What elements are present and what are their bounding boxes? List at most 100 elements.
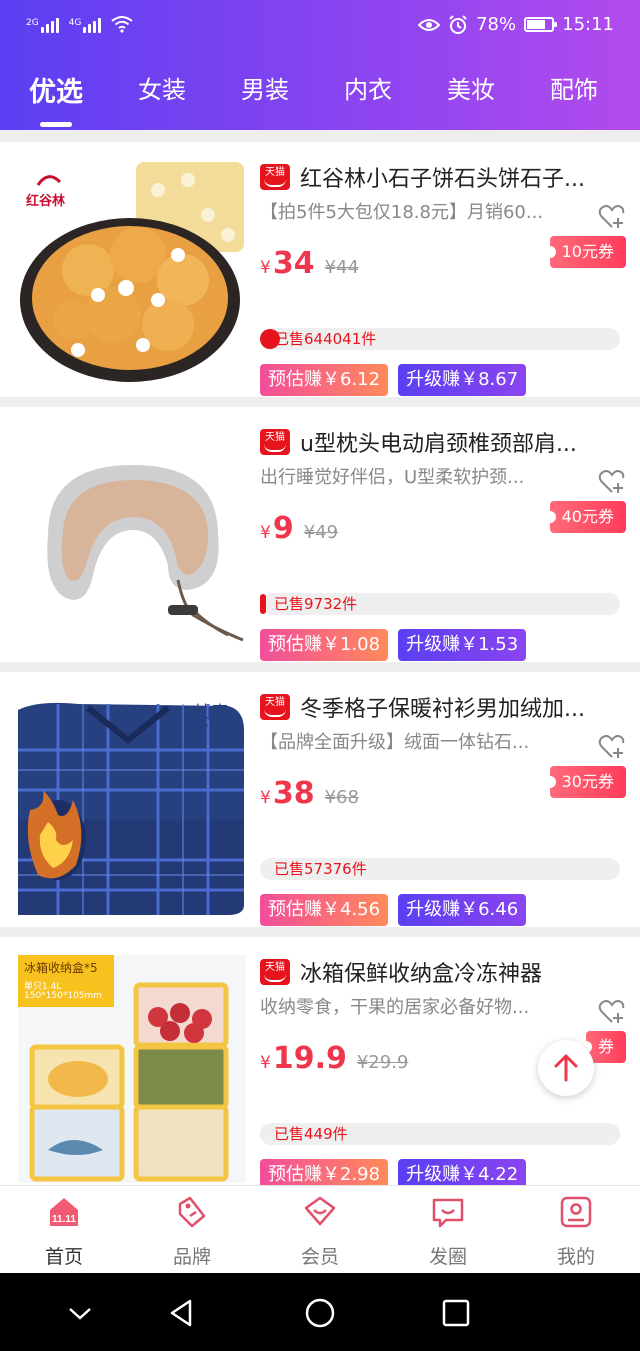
title-row: 天猫 冰箱保鲜收纳盒冷冻神器 [260,955,626,989]
original-price: ¥29.9 [356,1052,409,1073]
earn-row: 预估赚￥1.08 升级赚￥1.53 [260,629,527,661]
wifi-icon [111,16,134,33]
product-title[interactable]: 冬季格子保暖衬衫男加绒加... [300,691,626,723]
nav-moments[interactable]: 发圈 [384,1186,512,1274]
nav-label: 首页 [44,1246,83,1268]
tmall-badge: 天猫 [260,959,290,985]
original-price: ¥49 [303,522,339,543]
product-card[interactable]: 红谷林 天猫 红谷林小石子饼石头饼石子... 【拍5件5大包仅18.8元】月销6… [0,142,640,397]
status-bar: 2G 4G 78% 15:11 [0,0,640,54]
add-favorite-icon[interactable] [598,999,626,1025]
tab-meizhuang[interactable]: 美妆 [431,70,511,105]
eye-icon [418,18,441,31]
tab-nanzhuang[interactable]: 男装 [225,70,305,105]
profile-icon [560,1196,592,1228]
chat-bubble-icon [432,1198,464,1228]
svg-text:11.11: 11.11 [52,1214,76,1225]
product-subtitle: 【拍5件5大包仅18.8元】月销60... [260,202,544,223]
recents-square-icon[interactable] [440,1297,472,1329]
image-brand-en: CANLU [196,720,228,729]
price: 19.9 [272,1041,347,1076]
title-row: 天猫 红谷林小石子饼石头饼石子... [260,160,626,194]
product-image[interactable]: 红谷林 [18,160,246,388]
app-header: 2G 4G 78% 15:11 优选 女装 男装 内衣 美妆 配饰 [0,0,640,130]
sold-progress-dot [260,594,266,614]
nav-mine[interactable]: 我的 [512,1186,640,1274]
product-title[interactable]: u型枕头电动肩颈椎颈部肩... [300,426,626,458]
original-price: ¥68 [324,787,359,808]
currency-symbol: ¥ [260,788,271,808]
product-card[interactable]: 灿鹿 CANLU 天猫 冬季格子保暖衬衫男加绒加... 【品牌全面升级】绒面一体… [0,672,640,927]
coupon-badge[interactable]: 40元券 [543,501,626,533]
neck-pillow-image [18,425,246,653]
estimate-earn-badge: 预估赚￥1.08 [260,629,389,661]
image-label: 冰箱收纳盒*5 [24,961,98,975]
sold-label: 已售57376件 [274,860,367,878]
alarm-icon [449,14,467,34]
price-row: ¥ 19.9 ¥29.9 [260,1041,408,1076]
product-title[interactable]: 红谷林小石子饼石头饼石子... [300,161,626,193]
upgrade-earn-badge[interactable]: 升级赚￥8.67 [398,364,527,396]
battery-icon [524,17,558,32]
nav-label: 会员 [300,1246,339,1268]
product-card[interactable]: 天猫 u型枕头电动肩颈椎颈部肩... 出行睡觉好伴侣，U型柔软护颈... ¥ 9… [0,407,640,662]
nav-vip[interactable]: 会员 [256,1186,384,1274]
product-image[interactable] [18,425,246,653]
home-circle-icon[interactable] [304,1297,336,1329]
tmall-badge: 天猫 [260,164,290,190]
sold-count: 已售57376件 [260,858,620,880]
nav-home[interactable]: 11.11 首页 [0,1186,128,1274]
nav-label: 品牌 [172,1246,211,1268]
tab-peishi[interactable]: 配饰 [534,70,614,105]
back-triangle-icon[interactable] [166,1297,198,1329]
original-price: ¥44 [324,257,359,278]
price: 34 [272,246,315,281]
nav-brand[interactable]: 品牌 [128,1186,256,1274]
product-subtitle: 【品牌全面升级】绒面一体钻石... [260,732,530,753]
estimate-earn-badge: 预估赚￥6.12 [260,364,389,396]
product-image[interactable]: 灿鹿 CANLU [18,690,246,918]
price-row: ¥ 38 ¥68 [260,776,359,811]
product-image[interactable]: 冰箱收纳盒*5 单只1.4L 150*150*105mm [18,955,246,1183]
product-subtitle: 出行睡觉好伴侣，U型柔软护颈... [260,467,525,488]
price: 9 [272,511,294,546]
sold-label: 已售449件 [274,1125,348,1143]
hide-nav-chevron-icon[interactable] [64,1297,96,1329]
product-info: 天猫 u型枕头电动肩颈椎颈部肩... 出行睡觉好伴侣，U型柔软护颈... ¥ 9… [260,425,626,661]
price-row: ¥ 34 ¥44 [260,246,359,281]
upgrade-earn-badge[interactable]: 升级赚￥4.22 [398,1159,527,1185]
scroll-to-top-button[interactable] [538,1040,594,1096]
image-brand: 红谷林 [26,194,66,209]
battery-percent: 78% [476,14,517,35]
estimate-earn-badge: 预估赚￥2.98 [260,1159,389,1185]
add-favorite-icon[interactable] [598,204,626,230]
sold-label: 已售9732件 [274,595,358,613]
signal-2g-label: 2G [26,18,39,28]
add-favorite-icon[interactable] [598,469,626,495]
tab-youxuan[interactable]: 优选 [16,70,96,127]
tab-nvzhuang[interactable]: 女装 [122,70,202,105]
product-list: 红谷林 天猫 红谷林小石子饼石头饼石子... 【拍5件5大包仅18.8元】月销6… [0,130,640,1185]
category-tabs: 优选 女装 男装 内衣 美妆 配饰 [0,70,640,127]
arrow-up-icon [554,1054,578,1082]
product-title[interactable]: 冰箱保鲜收纳盒冷冻神器 [300,956,626,988]
clock: 15:11 [562,14,614,35]
tmall-badge: 天猫 [260,429,290,455]
sold-count: 已售9732件 [260,593,620,615]
sold-count: 已售644041件 [260,328,620,350]
product-info: 天猫 冰箱保鲜收纳盒冷冻神器 收纳零食，干果的居家必备好物... ¥ 19.9 … [260,955,626,1185]
earn-row: 预估赚￥4.56 升级赚￥6.46 [260,894,527,926]
add-favorite-icon[interactable] [598,734,626,760]
signal-2g-icon: 2G [26,18,59,33]
coupon-badge[interactable]: 10元券 [543,236,626,268]
title-row: 天猫 u型枕头电动肩颈椎颈部肩... [260,425,626,459]
upgrade-earn-badge[interactable]: 升级赚￥1.53 [398,629,527,661]
upgrade-earn-badge[interactable]: 升级赚￥6.46 [398,894,527,926]
tab-neiyi[interactable]: 内衣 [328,70,408,105]
earn-row: 预估赚￥6.12 升级赚￥8.67 [260,364,527,396]
coupon-badge[interactable]: 30元券 [543,766,626,798]
signal-4g-icon: 4G [69,18,102,33]
currency-symbol: ¥ [260,258,271,278]
sold-count: 已售449件 [260,1123,620,1145]
price: 38 [272,776,315,811]
